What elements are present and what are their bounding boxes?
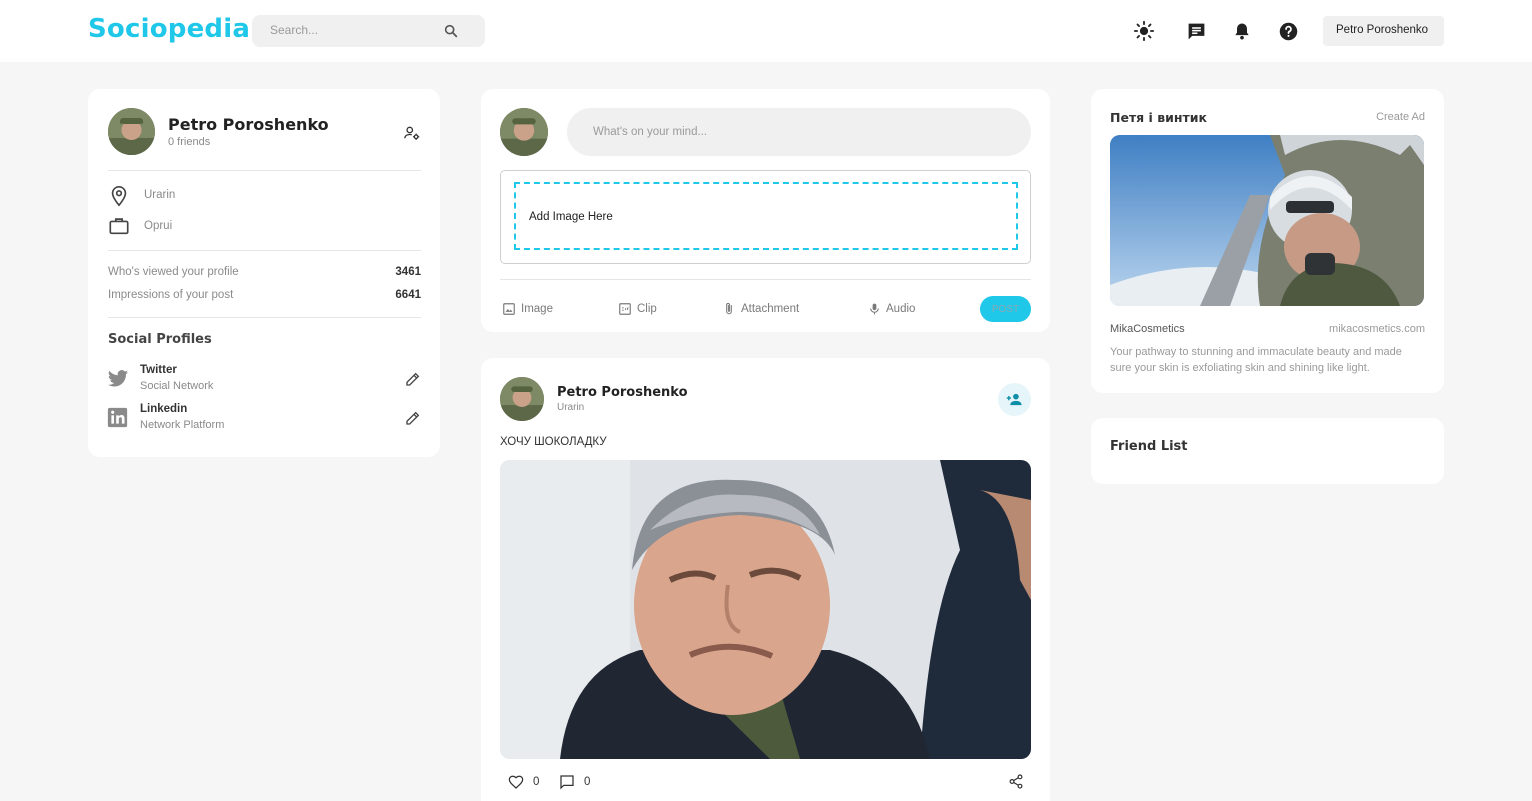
comment-button[interactable]: 0 (559, 774, 590, 790)
feed-post: Petro Poroshenko Urarin ХОЧУ ШОКОЛАДКУ 0… (481, 358, 1050, 801)
avatar[interactable] (500, 108, 548, 156)
avatar[interactable] (108, 108, 155, 155)
profile-name[interactable]: Petro Poroshenko (168, 115, 329, 134)
profile-friends-count: 0 friends (168, 136, 211, 148)
profile-occupation: Oprui (144, 220, 173, 232)
attachment-action-label: Attachment (741, 303, 800, 315)
create-ad-link[interactable]: Create Ad (1376, 111, 1425, 123)
edit-linkedin-pencil-icon[interactable] (405, 410, 421, 431)
heart-outline-icon (508, 775, 524, 789)
comment-count: 0 (584, 776, 591, 788)
manage-account-icon[interactable] (403, 124, 421, 147)
sponsored-ad-card: Петя і винтик Create Ad MikaCosmetics mi… (1091, 89, 1444, 393)
like-button[interactable]: 0 (508, 774, 539, 790)
light-mode-icon[interactable] (1133, 20, 1155, 42)
clip-action-label: Clip (637, 303, 657, 315)
post-author-name[interactable]: Petro Poroshenko (557, 385, 688, 400)
ad-brand-name: MikaCosmetics (1110, 323, 1185, 335)
impressions-value: 6641 (395, 289, 421, 301)
edit-twitter-pencil-icon[interactable] (405, 371, 421, 392)
search-icon[interactable] (443, 23, 459, 44)
friend-list-card: Friend List (1091, 418, 1444, 484)
post-composer: What's on your mind... Add Image Here Im… (481, 89, 1050, 332)
profile-location: Urarin (144, 189, 176, 201)
top-navbar: Sociopedia Petro Poroshenko (0, 0, 1532, 62)
chat-bubble-outline-icon (560, 775, 574, 790)
dropzone-area[interactable]: Add Image Here (514, 182, 1018, 250)
image-icon (503, 303, 515, 315)
search-input[interactable] (270, 23, 440, 37)
ad-title: Петя і винтик (1110, 110, 1207, 125)
social-linkedin-sub: Network Platform (140, 419, 225, 431)
person-add-icon (1006, 393, 1022, 406)
clip-action-button[interactable]: Clip (618, 300, 657, 318)
post-text: ХОЧУ ШОКОЛАДКУ (500, 436, 607, 448)
divider (108, 317, 421, 318)
app-logo[interactable]: Sociopedia (88, 14, 250, 44)
location-icon (108, 185, 130, 212)
attachment-icon (726, 303, 732, 315)
gif-box-icon (619, 303, 631, 315)
image-dropzone[interactable]: Add Image Here (500, 170, 1031, 264)
post-image[interactable] (500, 460, 1031, 759)
post-author-avatar[interactable] (500, 377, 544, 421)
notification-icon[interactable] (1231, 20, 1253, 42)
friend-list-title: Friend List (1110, 439, 1188, 454)
user-menu-label: Petro Poroshenko (1336, 24, 1429, 36)
profile-card: Petro Poroshenko 0 friends Urarin Oprui … (88, 89, 440, 457)
impressions-label: Impressions of your post (108, 289, 234, 301)
divider (108, 170, 421, 171)
linkedin-icon (107, 407, 128, 433)
like-count: 0 (533, 776, 540, 788)
profile-views-label: Who's viewed your profile (108, 266, 239, 278)
search-box[interactable] (252, 15, 485, 47)
divider (108, 250, 421, 251)
user-menu-select[interactable]: Petro Poroshenko (1323, 16, 1444, 46)
audio-action-label: Audio (886, 303, 916, 315)
ad-website-link[interactable]: mikacosmetics.com (1329, 323, 1425, 335)
share-icon[interactable] (1008, 773, 1024, 795)
microphone-icon (870, 303, 879, 315)
audio-action-button[interactable]: Audio (868, 300, 915, 318)
profile-views-value: 3461 (395, 266, 421, 278)
help-icon[interactable] (1277, 20, 1299, 42)
divider (500, 279, 1031, 280)
twitter-icon (107, 369, 129, 394)
work-briefcase-icon (108, 215, 130, 242)
post-input-placeholder: What's on your mind... (593, 126, 708, 138)
social-twitter-name: Twitter (140, 364, 177, 376)
message-icon[interactable] (1185, 20, 1207, 42)
image-action-label: Image (521, 303, 553, 315)
social-linkedin-name: Linkedin (140, 403, 188, 415)
post-author-location: Urarin (557, 402, 585, 413)
social-profiles-title: Social Profiles (108, 332, 212, 347)
post-text-input[interactable]: What's on your mind... (567, 108, 1031, 156)
social-twitter-sub: Social Network (140, 380, 214, 392)
post-button[interactable]: POST (980, 296, 1031, 322)
dropzone-label: Add Image Here (529, 211, 613, 223)
add-friend-button[interactable] (998, 383, 1031, 416)
attachment-action-button[interactable]: Attachment (722, 300, 799, 318)
ad-image[interactable] (1110, 135, 1424, 306)
image-action-button[interactable]: Image (502, 300, 553, 318)
ad-description: Your pathway to stunning and immaculate … (1110, 346, 1402, 374)
